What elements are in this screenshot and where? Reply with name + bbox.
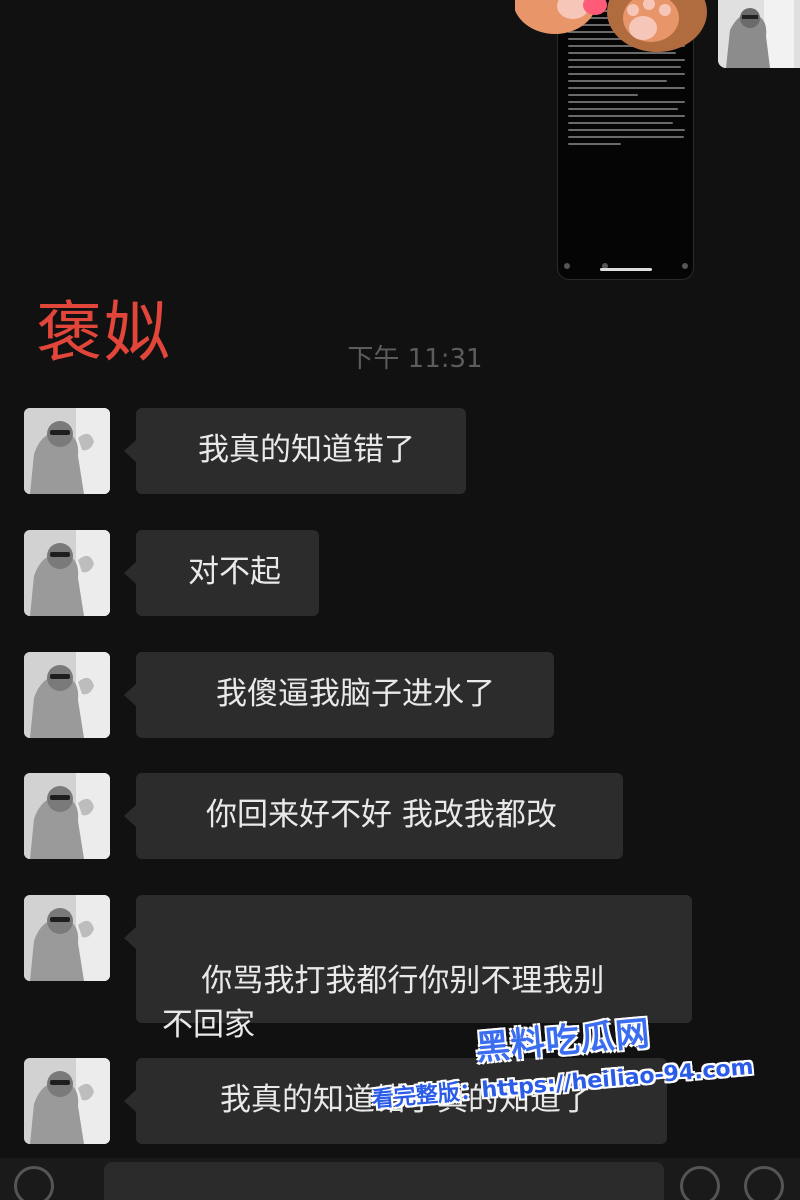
contact-avatar[interactable] — [24, 773, 110, 859]
contact-avatar[interactable] — [24, 652, 110, 738]
message-text: 对不起 — [188, 554, 281, 590]
message-text: 我傻逼我脑子进水了 — [216, 676, 495, 712]
own-avatar[interactable] — [718, 0, 800, 68]
voice-toggle-icon[interactable] — [14, 1166, 54, 1200]
message-bubble[interactable]: 你骂我打我都行你别不理我别 不回家 — [124, 895, 692, 1043]
contact-avatar[interactable] — [24, 1058, 110, 1144]
message-bubble[interactable]: 我真的知道错了 — [124, 408, 466, 494]
bear-paw-sticker[interactable] — [515, 0, 720, 55]
message-bubble[interactable]: 对不起 — [124, 530, 319, 616]
contact-avatar[interactable] — [24, 408, 110, 494]
contact-avatar[interactable] — [24, 895, 110, 981]
message-text: 我真的知道错了 — [198, 432, 415, 468]
message-text: 你回来好不好 我改我都改 — [206, 797, 557, 833]
message-bubble[interactable]: 我傻逼我脑子进水了 — [124, 652, 554, 738]
emoji-icon[interactable] — [680, 1166, 720, 1200]
plus-icon[interactable] — [744, 1166, 784, 1200]
timestamp-separator: 下午 11:31 — [347, 344, 483, 374]
contact-avatar[interactable] — [24, 530, 110, 616]
shared-image-navbar — [558, 259, 693, 271]
message-bubble[interactable]: 你回来好不好 我改我都改 — [124, 773, 623, 859]
